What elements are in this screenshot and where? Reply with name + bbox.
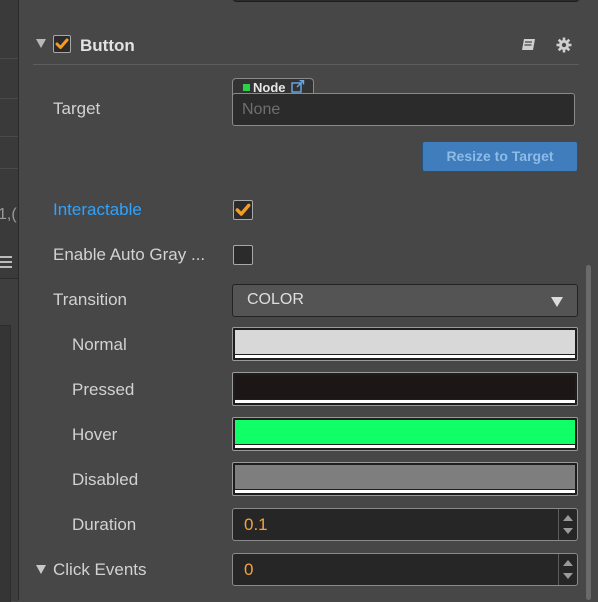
grid-line xyxy=(0,136,18,137)
transition-dropdown[interactable]: COLOR xyxy=(232,284,578,317)
alpha-bar xyxy=(235,445,575,448)
click-events-count: 0 xyxy=(244,560,254,579)
gear-icon[interactable] xyxy=(556,37,572,53)
enable-auto-gray-checkbox[interactable] xyxy=(233,245,253,265)
increment-arrow-icon[interactable] xyxy=(563,515,573,521)
normal-color-label: Normal xyxy=(72,335,127,354)
adjacent-panel-lower xyxy=(0,278,18,602)
node-type-icon xyxy=(243,84,250,91)
duration-input[interactable]: 0.1 xyxy=(232,508,578,541)
hover-color-field[interactable] xyxy=(232,417,578,451)
target-value: None xyxy=(242,101,281,118)
disabled-color-label: Disabled xyxy=(72,470,139,489)
alpha-bar xyxy=(235,490,575,493)
normal-color-swatch xyxy=(235,330,575,354)
grid-line xyxy=(0,98,18,99)
interactable-label: Interactable xyxy=(53,200,142,219)
normal-color-field[interactable] xyxy=(232,327,578,361)
grid-line xyxy=(0,58,18,59)
click-events-count-input[interactable]: 0 xyxy=(232,553,578,586)
click-events-collapse-arrow-icon[interactable] xyxy=(36,565,46,574)
alpha-bar xyxy=(235,400,575,403)
hover-color-swatch xyxy=(235,420,575,444)
enable-auto-gray-label: Enable Auto Gray ... xyxy=(53,245,206,264)
decrement-arrow-icon[interactable] xyxy=(563,573,573,579)
inspector-scrollbar[interactable] xyxy=(586,265,591,600)
target-node-field[interactable]: None xyxy=(232,93,575,126)
component-title: Button xyxy=(80,36,135,55)
click-events-label: Click Events xyxy=(53,560,147,579)
collapse-arrow-icon[interactable] xyxy=(36,39,46,48)
grid-line xyxy=(0,168,18,169)
alpha-bar xyxy=(235,355,575,358)
previous-property-field[interactable] xyxy=(233,0,579,2)
component-enabled-checkbox[interactable] xyxy=(53,35,71,53)
disabled-color-field[interactable] xyxy=(232,462,578,496)
hover-color-label: Hover xyxy=(72,425,118,444)
duration-label: Duration xyxy=(72,515,137,534)
hamburger-menu-icon[interactable] xyxy=(0,256,12,268)
resize-to-target-button[interactable]: Resize to Target xyxy=(422,141,578,172)
dropdown-arrow-icon xyxy=(551,297,563,307)
increment-arrow-icon[interactable] xyxy=(563,560,573,566)
target-label: Target xyxy=(53,99,101,118)
duration-value: 0.1 xyxy=(244,515,268,534)
interactable-checkbox[interactable] xyxy=(233,200,253,220)
pressed-color-field[interactable] xyxy=(232,372,578,406)
adjacent-panel-strip: 1,( xyxy=(0,0,19,602)
partial-number: 1,( xyxy=(0,206,17,223)
component-header: Button xyxy=(33,28,579,65)
pressed-color-label: Pressed xyxy=(72,380,135,399)
click-events-stepper[interactable] xyxy=(558,554,577,585)
pressed-color-swatch xyxy=(235,375,575,399)
transition-value: COLOR xyxy=(247,291,304,308)
disabled-color-swatch xyxy=(235,465,575,489)
transition-label: Transition xyxy=(53,290,128,309)
decrement-arrow-icon[interactable] xyxy=(563,528,573,534)
book-icon[interactable] xyxy=(521,38,537,52)
duration-stepper[interactable] xyxy=(558,509,577,540)
external-link-icon[interactable] xyxy=(291,80,305,93)
